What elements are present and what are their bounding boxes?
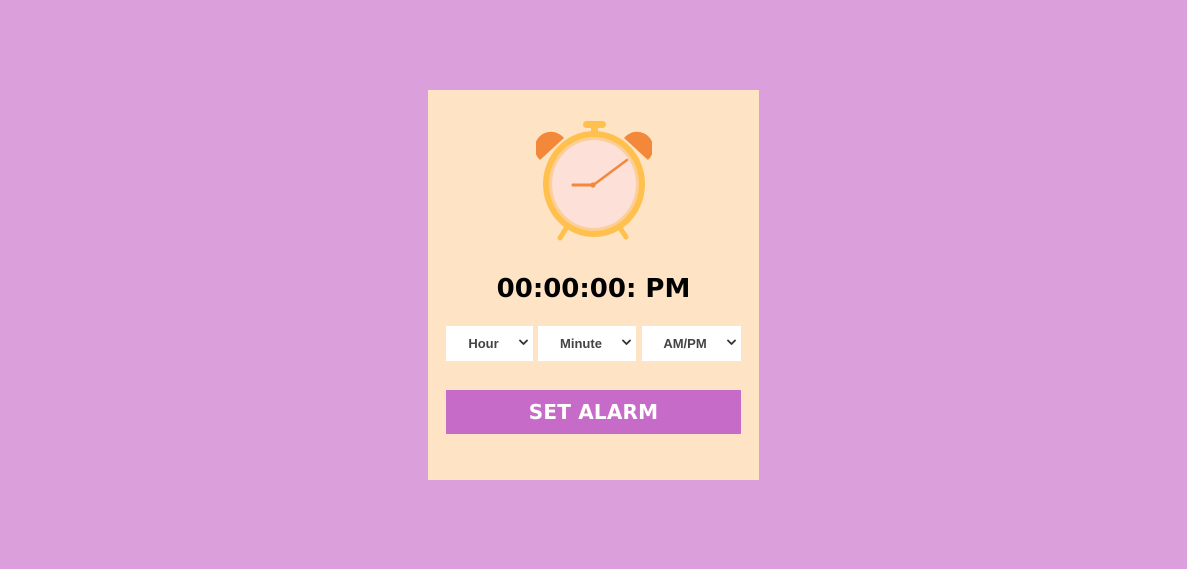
minute-select-value: Minute	[560, 336, 602, 351]
chevron-down-icon	[519, 339, 528, 345]
current-time-display: 00:00:00: PM	[496, 274, 691, 304]
minute-select[interactable]: Minute	[538, 326, 636, 361]
ampm-select-value: AM/PM	[663, 336, 707, 351]
set-alarm-button[interactable]: SET ALARM	[446, 390, 741, 434]
ampm-select[interactable]: AM/PM	[642, 326, 741, 361]
hour-select[interactable]: Hour	[446, 326, 533, 361]
hour-select-value: Hour	[468, 336, 499, 351]
chevron-down-icon	[727, 339, 736, 345]
chevron-down-icon	[622, 339, 631, 345]
alarm-clock-icon	[536, 121, 652, 241]
